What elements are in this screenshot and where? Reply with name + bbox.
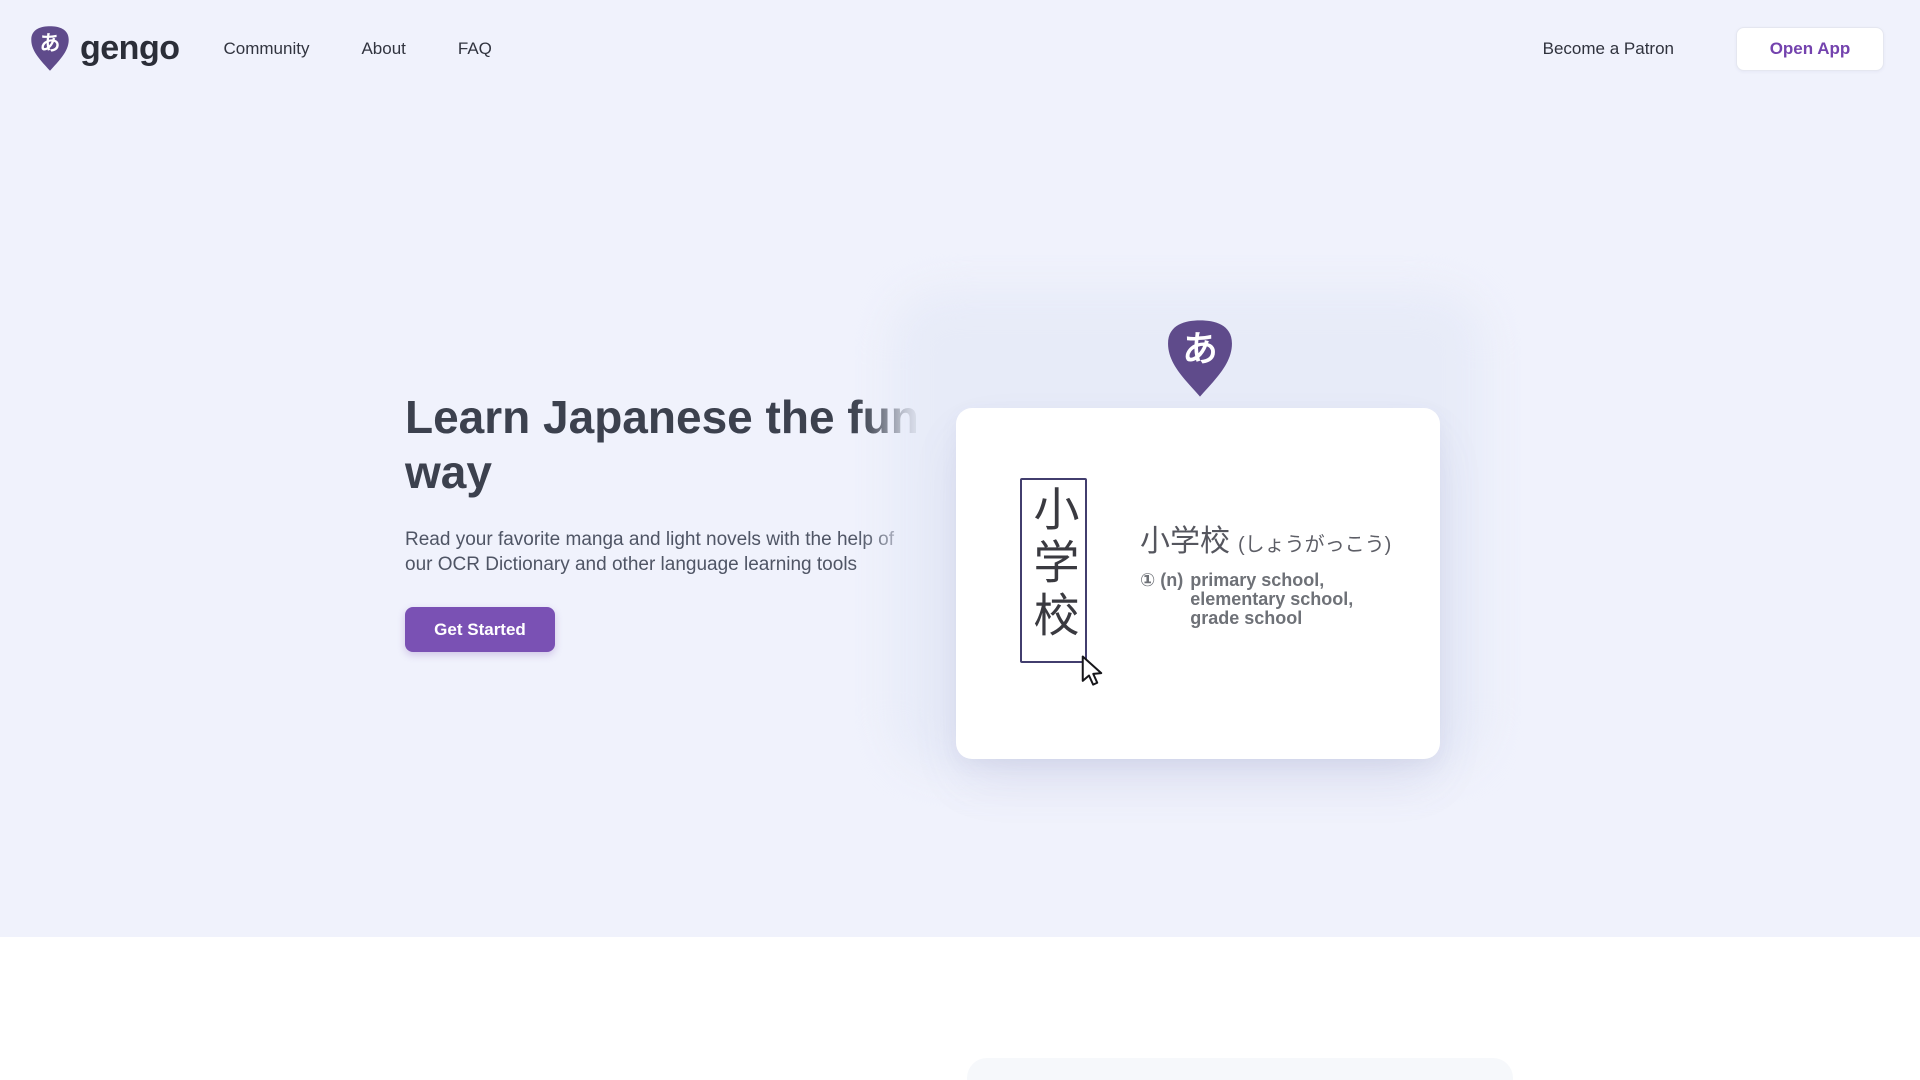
hero-title: Learn Japanese the fun way [405,390,919,500]
dictionary-entry: 小学校 (しょうがっこう) ① (n) primary school, elem… [1140,516,1391,628]
nav-right: Become a Patron Open App [1543,27,1884,71]
nav-link-about[interactable]: About [361,39,405,59]
svg-text:あ: あ [1182,330,1217,369]
selected-text: 小学校 [1031,480,1077,661]
landing-page: あ gengo Community About FAQ Become a Pat… [0,0,1920,1080]
next-section-card [967,1058,1513,1080]
hero-title-line-2: way [405,445,919,500]
hero-description-line-1: Read your favorite manga and light novel… [405,527,894,552]
app-badge-shield-icon: あ [1166,317,1234,400]
gloss-line: grade school [1190,609,1353,628]
entry-kanji: 小学校 [1140,516,1230,560]
brand-logo[interactable]: あ gengo [30,25,179,72]
hero-description-line-2: our OCR Dictionary and other language le… [405,552,894,577]
get-started-button[interactable]: Get Started [405,607,555,652]
entry-heading: 小学校 (しょうがっこう) [1140,516,1391,560]
gloss-line: primary school, [1190,571,1353,590]
lower-section-background [0,937,1920,1080]
become-patron-link[interactable]: Become a Patron [1543,39,1674,59]
svg-text:あ: あ [40,32,61,55]
hero-title-line-1: Learn Japanese the fun [405,390,919,445]
nav-link-community[interactable]: Community [223,39,309,59]
hero-description: Read your favorite manga and light novel… [405,527,894,577]
nav-link-faq[interactable]: FAQ [458,39,492,59]
ocr-selection-box[interactable]: 小学校 [1020,478,1087,663]
gloss-list: primary school, elementary school, grade… [1190,571,1353,628]
mouse-cursor-icon [1079,655,1109,688]
gloss-line: elementary school, [1190,590,1353,609]
entry-definitions: ① (n) primary school, elementary school,… [1140,571,1391,628]
brand-shield-icon: あ [30,25,70,72]
nav-links: Community About FAQ [223,39,491,59]
open-app-button[interactable]: Open App [1736,27,1884,71]
sense-marker: ① (n) [1140,571,1183,628]
brand-name: gengo [80,29,179,68]
top-nav: あ gengo Community About FAQ Become a Pat… [0,0,1920,97]
entry-reading: (しょうがっこう) [1238,528,1391,557]
